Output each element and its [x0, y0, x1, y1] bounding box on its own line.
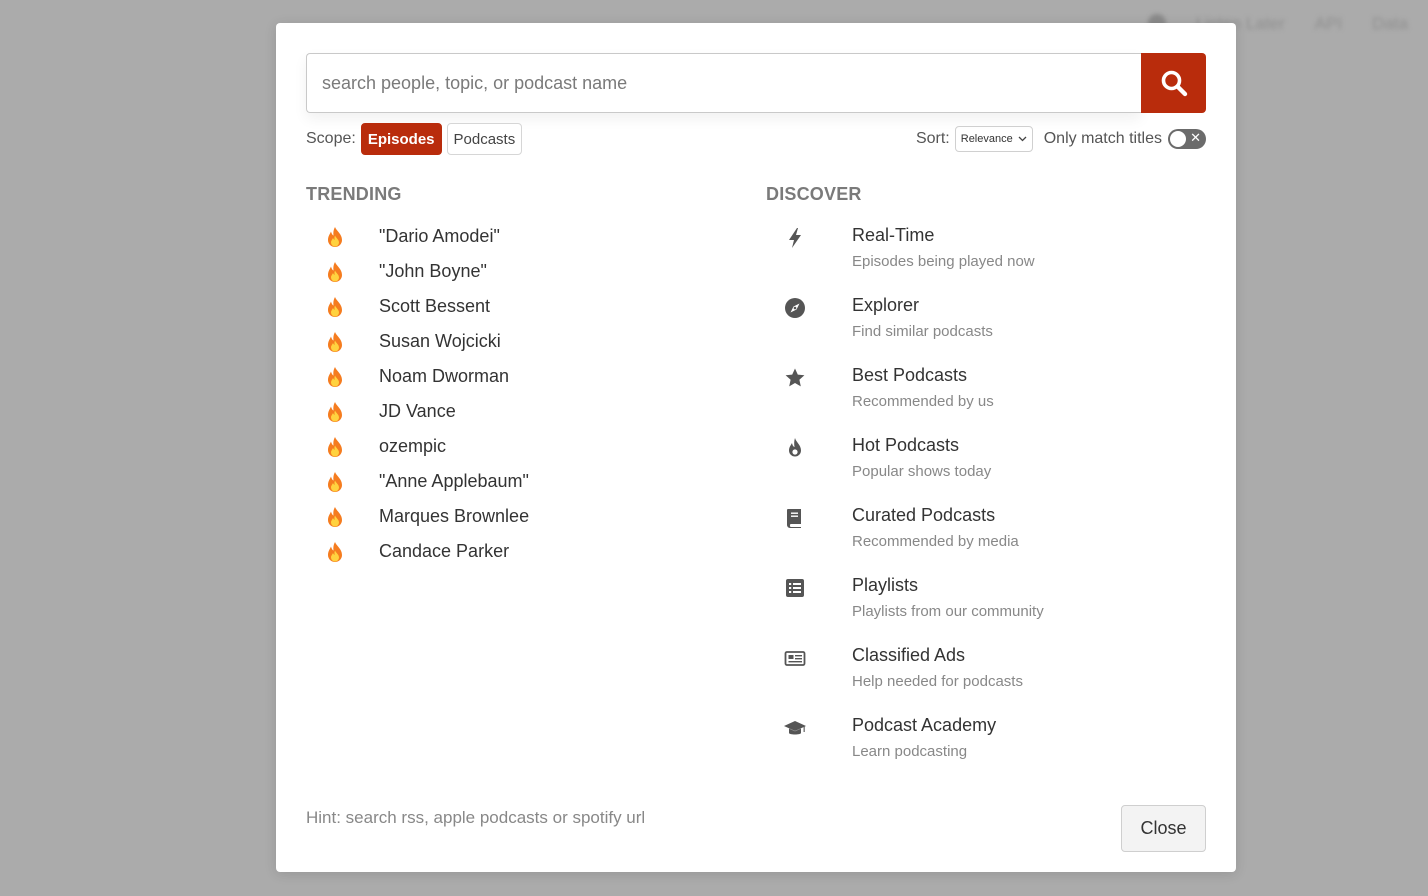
sort-label: Sort:	[915, 130, 950, 147]
fire-icon	[326, 366, 344, 388]
discover-item-title: Explorer	[852, 295, 920, 315]
trending-item-label: Susan Wojcicki	[379, 331, 501, 351]
fire-icon	[326, 401, 344, 423]
search-options: Scope: Episodes Podcasts Sort: Relevance…	[306, 123, 1206, 155]
discover-item-subtitle: Help needed for podcasts	[852, 673, 1023, 690]
discover-item-title: Best Podcasts	[852, 365, 968, 385]
toggle-knob	[1170, 131, 1186, 147]
list-icon	[786, 579, 804, 597]
trending-item[interactable]: Marques Brownlee	[306, 499, 736, 534]
trending-heading: TRENDING	[306, 184, 402, 204]
trending-item-label: Marques Brownlee	[379, 506, 530, 526]
discover-item-title: Curated Podcasts	[852, 505, 996, 525]
trending-item[interactable]: Candace Parker	[306, 534, 736, 569]
trending-item[interactable]: Scott Bessent	[306, 289, 736, 324]
book-icon	[787, 509, 801, 528]
sort-select[interactable]: Relevance	[954, 126, 1033, 152]
sort-selected-value: Relevance	[960, 133, 1013, 145]
discover-item[interactable]: Hot Podcasts Popular shows today	[766, 435, 1206, 505]
discover-list: Real-Time Episodes being played now Explor…	[766, 225, 1206, 785]
compass-icon	[785, 298, 805, 318]
bg-nav-data: Data	[1372, 14, 1408, 33]
fire-icon	[326, 261, 344, 283]
search-button[interactable]	[1141, 53, 1206, 113]
discover-item-title: Playlists	[852, 575, 919, 595]
discover-item[interactable]: Playlists Playlists from our community	[766, 575, 1206, 645]
trending-item-label: "John Boyne"	[379, 261, 487, 281]
trending-item-label: Candace Parker	[379, 541, 510, 561]
fire-icon	[326, 436, 344, 458]
discover-item[interactable]: Classified Ads Help needed for podcasts	[766, 645, 1206, 715]
fire-icon	[326, 506, 344, 528]
search-hint: Hint: search rss, apple podcasts or spot…	[306, 808, 646, 827]
bg-nav-api: API	[1314, 14, 1343, 33]
discover-item[interactable]: Explorer Find similar podcasts	[766, 295, 1206, 365]
discover-item[interactable]: Real-Time Episodes being played now	[766, 225, 1206, 295]
discover-item-subtitle: Playlists from our community	[852, 603, 1044, 620]
trending-item[interactable]: Susan Wojcicki	[306, 324, 736, 359]
discover-item-subtitle: Find similar podcasts	[852, 323, 993, 340]
scope-podcasts-button[interactable]: Podcasts	[446, 123, 523, 155]
trending-item-label: JD Vance	[379, 401, 456, 421]
trending-item-label: Noam Dworman	[379, 366, 510, 386]
discover-item-title: Classified Ads	[852, 645, 966, 665]
trending-item-label: Scott Bessent	[379, 296, 491, 316]
trending-list: "Dario Amodei" "John Boyne" Scott Bessent S…	[306, 219, 736, 569]
only-match-titles-toggle[interactable]: ✕	[1168, 129, 1206, 149]
scope-episodes-button[interactable]: Episodes	[360, 123, 442, 155]
newspaper-icon	[784, 651, 806, 666]
chevron-down-icon	[1018, 136, 1027, 142]
discover-item-subtitle: Recommended by media	[852, 533, 1019, 550]
discover-item-subtitle: Popular shows today	[852, 463, 992, 480]
fire-icon	[326, 296, 344, 318]
close-icon: ✕	[1190, 130, 1201, 145]
discover-item[interactable]: Best Podcasts Recommended by us	[766, 365, 1206, 435]
trending-item-label: "Anne Applebaum"	[379, 471, 529, 491]
star-icon	[785, 368, 805, 387]
close-button[interactable]: Close	[1121, 805, 1206, 852]
discover-item-subtitle: Learn podcasting	[852, 743, 968, 760]
bolt-icon	[789, 228, 801, 248]
only-match-titles-label: Only match titles	[1043, 130, 1162, 147]
discover-item[interactable]: Curated Podcasts Recommended by media	[766, 505, 1206, 575]
search-input[interactable]	[306, 53, 1141, 113]
discover-item-subtitle: Recommended by us	[852, 393, 994, 410]
discover-heading: DISCOVER	[766, 184, 862, 204]
fire-icon	[326, 471, 344, 493]
fire-icon	[326, 331, 344, 353]
trending-item-label: ozempic	[379, 436, 447, 456]
fire-icon	[326, 541, 344, 563]
search-icon	[1161, 70, 1187, 97]
flame-icon	[789, 438, 801, 457]
trending-item[interactable]: "Dario Amodei"	[306, 219, 736, 254]
trending-item-label: "Dario Amodei"	[379, 226, 500, 246]
scope-label: Scope:	[306, 130, 356, 147]
trending-item[interactable]: ozempic	[306, 429, 736, 464]
discover-item-title: Podcast Academy	[852, 715, 997, 735]
fire-icon	[326, 226, 344, 248]
trending-item[interactable]: "John Boyne"	[306, 254, 736, 289]
discover-item-title: Hot Podcasts	[852, 435, 960, 455]
trending-item[interactable]: JD Vance	[306, 394, 736, 429]
search-modal: Scope: Episodes Podcasts Sort: Relevance…	[276, 23, 1236, 872]
trending-item[interactable]: Noam Dworman	[306, 359, 736, 394]
discover-item-subtitle: Episodes being played now	[852, 253, 1035, 270]
graduation-cap-icon	[784, 721, 806, 735]
discover-item[interactable]: Podcast Academy Learn podcasting	[766, 715, 1206, 785]
discover-item-title: Real-Time	[852, 225, 935, 245]
search-bar	[306, 53, 1206, 113]
trending-item[interactable]: "Anne Applebaum"	[306, 464, 736, 499]
